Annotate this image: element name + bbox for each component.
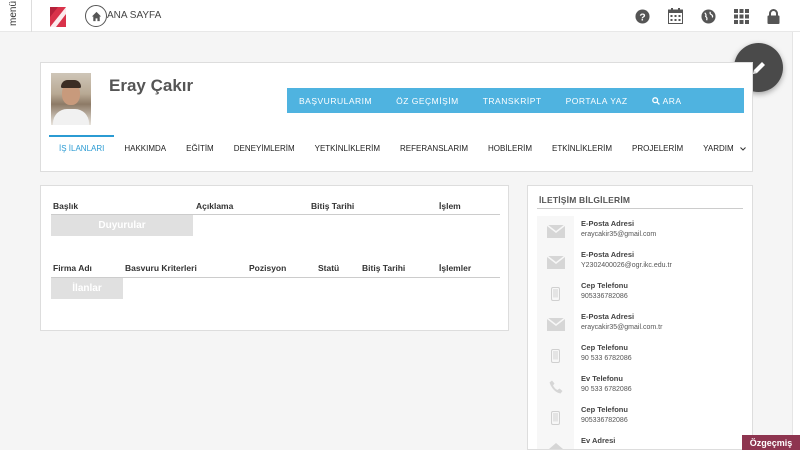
job-col-actions: İşlemler [439,263,472,273]
lock-icon[interactable] [765,8,781,24]
mail-icon [537,216,574,247]
svg-text:?: ? [639,12,645,23]
mobile-phone-icon [537,340,574,371]
search-icon [651,96,660,105]
contact-value: eraycakir35@gmail.com.tr [581,324,663,331]
applications-link[interactable]: BAŞVURULARIM [287,96,384,106]
contact-value: Y2302400026@ogr.ikc.edu.tr [581,262,672,269]
top-bar: menü ANA SAYFA ? [0,0,800,32]
mobile-phone-icon [537,278,574,309]
contact-label: E-Posta Adresi [581,312,635,321]
contact-item: Cep Telefonu 905336782086 [537,278,743,309]
job-listings-button[interactable]: İlanlar [51,278,123,299]
help-icon[interactable]: ? [634,8,650,24]
contact-value: eraycakir35@gmail.com [581,231,657,238]
mail-icon [537,247,574,278]
menu-toggle[interactable]: menü [0,0,32,32]
home-address-icon [537,433,574,449]
cv-badge[interactable]: Özgeçmiş [742,435,800,450]
contact-value: 90 533 6782086 [581,386,632,393]
menu-label: menü [8,0,19,26]
tab-education[interactable]: EĞİTİM [176,135,224,163]
contact-label: Ev Telefonu [581,374,623,383]
search-link[interactable]: ARA [640,96,694,106]
transcript-link[interactable]: TRANSKRİPT [471,96,554,106]
contact-item: E-Posta Adresi Y2302400026@ogr.ikc.edu.t… [537,247,743,278]
phone-icon [537,371,574,402]
tab-experience[interactable]: DENEYİMLERİM [224,135,305,163]
contact-value: 90 533 6782086 [581,355,632,362]
contact-label: Cep Telefonu [581,281,628,290]
tab-hobbies[interactable]: HOBİLERİM [478,135,542,163]
job-col-position: Pozisyon [249,263,287,273]
chevron-down-icon [739,147,746,151]
job-col-criteria: Basvuru Kriterleri [125,263,197,273]
contact-item: Cep Telefonu 90 533 6782086 [537,340,743,371]
announcement-col-end-date: Bitiş Tarihi [311,201,355,211]
contact-panel: İLETİŞİM BİLGİLERİM E-Posta Adresi erayc… [527,185,753,450]
app-logo[interactable] [48,6,68,28]
announcement-col-description: Açıklama [196,201,234,211]
divider [537,208,743,209]
tab-activities[interactable]: ETKİNLİKLERİM [542,135,622,163]
announcement-col-title: Başlık [53,201,79,211]
apps-grid-icon[interactable] [733,8,749,24]
calendar-icon[interactable] [667,8,683,24]
contact-value: 905336782086 [581,417,628,424]
home-link[interactable]: ANA SAYFA [107,10,161,21]
contact-title: İLETİŞİM BİLGİLERİM [539,195,631,205]
contact-value: 905336782086 [581,293,628,300]
contact-item: Cep Telefonu 905336782086 [537,402,743,433]
avatar [51,73,91,125]
scrollbar[interactable] [792,32,800,450]
tab-job-listings[interactable]: İŞ İLANLARI [49,135,115,163]
listings-panel: Başlık Açıklama Bitiş Tarihi İşlem Duyur… [40,185,509,331]
tab-references[interactable]: REFERANSLARIM [390,135,478,163]
search-label: ARA [662,95,682,106]
profile-tabs: İŞ İLANLARI HAKKIMDA EĞİTİM DENEYİMLERİM… [49,135,756,163]
contact-item: E-Posta Adresi eraycakir35@gmail.com.tr [537,309,743,340]
tab-about[interactable]: HAKKIMDA [114,135,176,163]
tab-help[interactable]: YARDIM [693,135,756,163]
tab-projects[interactable]: PROJELERİM [622,135,693,163]
mobile-phone-icon [537,402,574,433]
profile-name: Eray Çakır [109,76,194,95]
profile-action-bar: BAŞVURULARIM ÖZ GEÇMİŞİM TRANSKRİPT PORT… [287,88,744,113]
contact-label: E-Posta Adresi [581,219,635,228]
contact-label: Cep Telefonu [581,405,628,414]
cv-link[interactable]: ÖZ GEÇMİŞİM [384,96,471,106]
profile-card: Eray Çakır BAŞVURULARIM ÖZ GEÇMİŞİM TRAN… [40,62,753,172]
job-col-end-date: Bitiş Tarihi [362,263,406,273]
tab-skills[interactable]: YETKİNLİKLERİM [305,135,390,163]
mail-icon [537,309,574,340]
home-icon[interactable] [85,5,107,27]
contact-item: Ev Adresi [537,433,743,449]
portal-write-link[interactable]: PORTALA YAZ [554,96,640,106]
contact-item: Ev Telefonu 90 533 6782086 [537,371,743,402]
contact-item: E-Posta Adresi eraycakir35@gmail.com [537,216,743,247]
announcement-col-action: İşlem [439,201,461,211]
contact-label: Ev Adresi [581,436,616,445]
contact-label: E-Posta Adresi [581,250,635,259]
tab-help-label: YARDIM [703,144,734,153]
job-col-status: Statü [318,263,340,273]
contact-label: Cep Telefonu [581,343,628,352]
globe-icon[interactable] [700,8,716,24]
job-col-company: Firma Adı [53,263,92,273]
announcements-button[interactable]: Duyurular [51,215,193,236]
